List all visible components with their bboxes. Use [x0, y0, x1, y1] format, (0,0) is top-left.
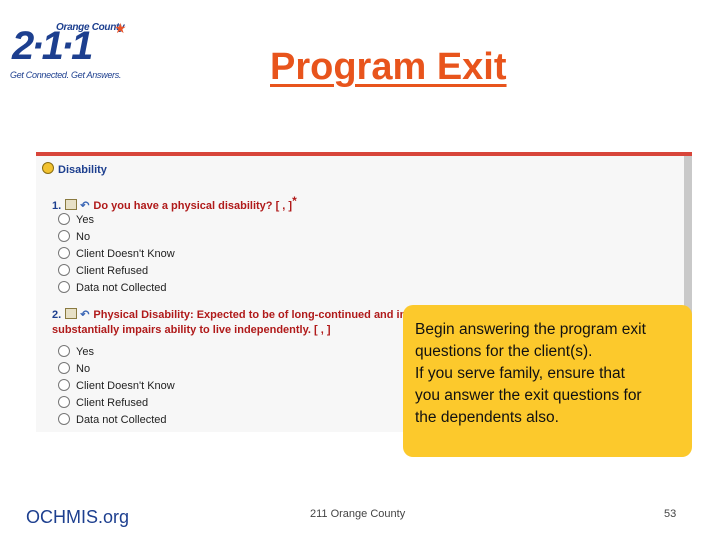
logo-tagline: Get Connected. Get Answers.: [10, 70, 122, 80]
star-icon: ★: [114, 20, 127, 36]
info-icon: [42, 162, 54, 174]
question-2-continued: substantially impairs ability to live in…: [52, 324, 331, 336]
page-number: 53: [664, 508, 677, 520]
q2-option-refused[interactable]: Client Refused: [58, 396, 148, 409]
option-label: Data not Collected: [76, 282, 167, 294]
option-label: Client Refused: [76, 397, 149, 409]
option-label: Client Doesn't Know: [76, 248, 175, 260]
undo-icon[interactable]: ↶: [80, 200, 89, 212]
q1-option-not-collected[interactable]: Data not Collected: [58, 281, 167, 294]
instruction-callout: Begin answering the program exit questio…: [403, 305, 692, 457]
radio-button[interactable]: [58, 213, 70, 225]
org-logo: Orange County ★ 2·1·1 Get Connected. Get…: [10, 20, 130, 82]
undo-icon[interactable]: ↶: [80, 309, 89, 321]
q1-option-doesnt-know[interactable]: Client Doesn't Know: [58, 247, 175, 260]
q2-option-not-collected[interactable]: Data not Collected: [58, 413, 167, 426]
q2-option-yes[interactable]: Yes: [58, 345, 94, 358]
q1-option-refused[interactable]: Client Refused: [58, 264, 148, 277]
option-label: Yes: [76, 346, 94, 358]
q1-option-no[interactable]: No: [58, 230, 90, 243]
q2-option-no[interactable]: No: [58, 362, 90, 375]
radio-button[interactable]: [58, 281, 70, 293]
option-label: Yes: [76, 214, 94, 226]
question-number: 2.: [52, 309, 62, 321]
radio-button[interactable]: [58, 379, 70, 391]
footer-org: 211 Orange County: [310, 508, 406, 520]
radio-button[interactable]: [58, 230, 70, 242]
option-label: Client Doesn't Know: [76, 380, 175, 392]
radio-button[interactable]: [58, 345, 70, 357]
section-title: Disability: [58, 164, 107, 176]
page-title: Program Exit: [270, 46, 507, 88]
option-label: No: [76, 363, 91, 375]
footer-site: OCHMIS.org: [26, 507, 130, 527]
callout-line: you answer the exit questions for: [415, 387, 642, 404]
q2-option-doesnt-know[interactable]: Client Doesn't Know: [58, 379, 175, 392]
logo-number: 2·1·1: [12, 24, 93, 68]
radio-button[interactable]: [58, 247, 70, 259]
callout-line: the dependents also.: [415, 409, 559, 426]
callout-line: questions for the client(s).: [415, 343, 593, 360]
edit-icon[interactable]: [65, 308, 78, 319]
edit-icon[interactable]: [65, 199, 78, 210]
radio-button[interactable]: [58, 362, 70, 374]
callout-line: Begin answering the program exit: [415, 321, 646, 338]
question-1: 1. ↶ Do you have a physical disability? [ …: [52, 194, 297, 212]
radio-button[interactable]: [58, 396, 70, 408]
radio-button[interactable]: [58, 413, 70, 425]
question-text: Do you have a physical disability? [ , ]: [93, 200, 293, 212]
radio-button[interactable]: [58, 264, 70, 276]
callout-line: If you serve family, ensure that: [415, 365, 625, 382]
required-star: *: [292, 194, 297, 208]
question-number: 1.: [52, 200, 62, 212]
option-label: No: [76, 231, 91, 243]
q1-option-yes[interactable]: Yes: [58, 213, 94, 226]
section-header: Disability: [42, 162, 107, 176]
option-label: Data not Collected: [76, 414, 167, 426]
option-label: Client Refused: [76, 265, 149, 277]
